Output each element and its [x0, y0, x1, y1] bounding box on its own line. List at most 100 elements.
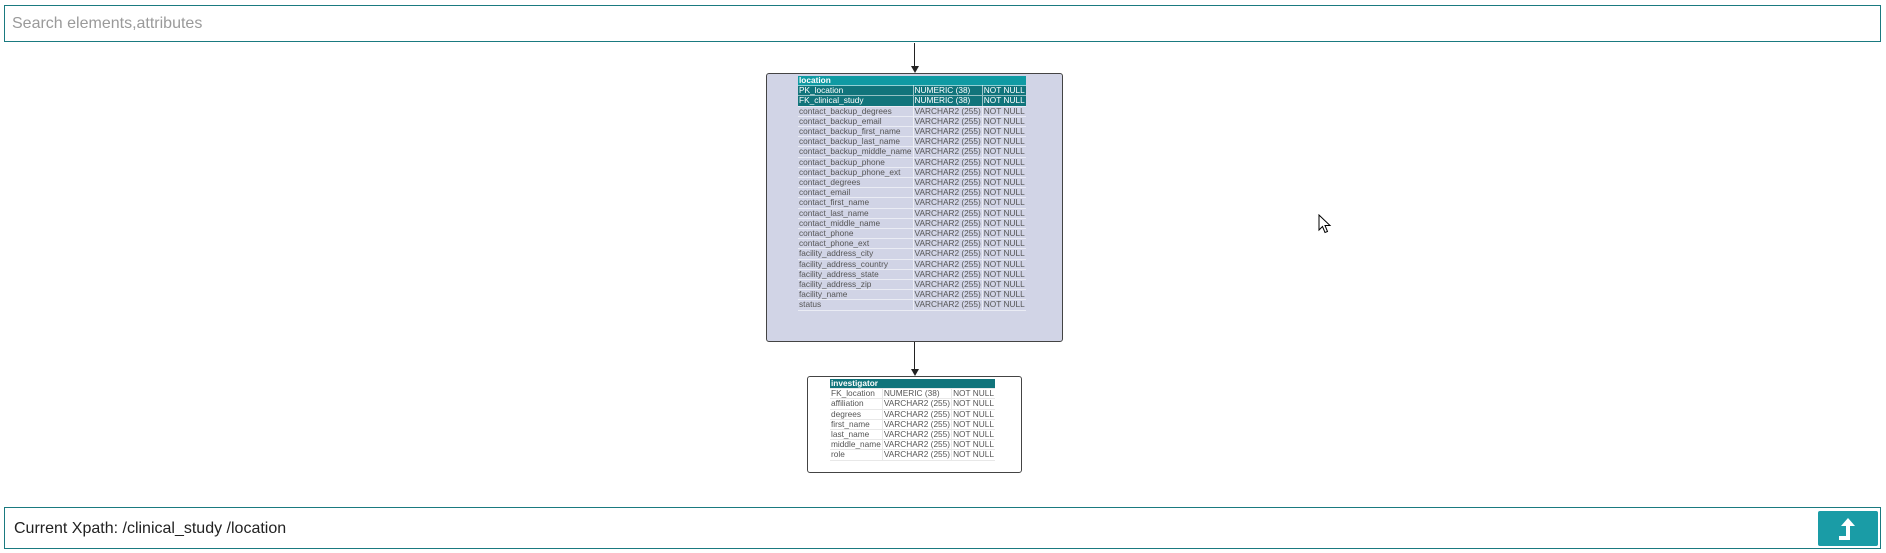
column-nullability: NOT NULL	[981, 207, 1026, 219]
column-type: VARCHAR2 (255)	[912, 177, 983, 189]
column-type: VARCHAR2 (255)	[912, 228, 983, 240]
column-name: facility_address_zip	[798, 279, 914, 291]
column-nullability: NOT NULL	[981, 268, 1026, 281]
column-name: contact_backup_first_name	[798, 126, 914, 138]
column-nullability: NOT NULL	[981, 85, 1026, 97]
column-name: first_name	[830, 419, 883, 431]
column-name: contact_backup_degrees	[798, 106, 914, 117]
column-nullability: NOT NULL	[981, 238, 1026, 250]
investigator-node[interactable]: investigator FK_location NUMERIC (38) NOT N…	[807, 376, 1022, 473]
column-nullability: NOT NULL	[951, 398, 995, 410]
table-row: contact_backup_last_name VARCHAR2 (255) NO…	[798, 136, 1026, 148]
column-name: contact_backup_phone	[798, 157, 914, 168]
table-row: contact_phone VARCHAR2 (255) NOT NULL	[798, 228, 1026, 240]
connector-arrowhead	[911, 369, 919, 376]
column-name: contact_backup_middle_name	[798, 146, 914, 158]
column-nullability: NOT NULL	[981, 258, 1026, 270]
column-name: contact_phone	[798, 228, 914, 240]
column-type: VARCHAR2 (255)	[912, 289, 983, 301]
column-type: VARCHAR2 (255)	[881, 408, 952, 420]
column-nullability: NOT NULL	[981, 248, 1026, 260]
column-name: contact_first_name	[798, 198, 914, 209]
column-name: status	[798, 300, 914, 311]
column-name: contact_email	[798, 188, 914, 199]
column-name: facility_address_country	[798, 259, 914, 270]
column-nullability: NOT NULL	[981, 177, 1026, 189]
column-name: FK_clinical_study	[798, 96, 914, 107]
location-table: location PK_location NUMERIC (38) NOT NULL F…	[798, 76, 1026, 311]
column-type: VARCHAR2 (255)	[912, 207, 983, 219]
column-type: VARCHAR2 (255)	[881, 429, 952, 441]
table-row: facility_address_country VARCHAR2 (255) NO…	[798, 258, 1026, 270]
table-row: contact_email VARCHAR2 (255) NOT NULL	[798, 187, 1026, 199]
column-name: contact_backup_phone_ext	[798, 167, 914, 179]
column-name: role	[830, 450, 883, 461]
table-row: facility_address_zip VARCHAR2 (255) NOT NU…	[798, 279, 1026, 291]
navigate-up-button[interactable]	[1818, 511, 1878, 546]
table-row: facility_name VARCHAR2 (255) NOT NULL	[798, 289, 1026, 301]
table-row: contact_first_name VARCHAR2 (255) NOT NULL	[798, 197, 1026, 209]
table-row: middle_name VARCHAR2 (255) NOT NULL	[830, 439, 995, 451]
table-row: contact_backup_email VARCHAR2 (255) NOT NU…	[798, 115, 1026, 128]
column-type: VARCHAR2 (255)	[912, 187, 983, 199]
connector-location-investigator	[914, 342, 915, 370]
column-nullability: NOT NULL	[981, 126, 1026, 138]
column-name: facility_name	[798, 290, 914, 301]
column-type: VARCHAR2 (255)	[881, 398, 952, 410]
table-row: contact_backup_middle_name VARCHAR2 (255)…	[798, 146, 1026, 158]
column-nullability: NOT NULL	[981, 115, 1026, 128]
table-row: PK_location NUMERIC (38) NOT NULL	[798, 85, 1026, 97]
column-nullability: NOT NULL	[981, 166, 1026, 179]
column-type: VARCHAR2 (255)	[881, 439, 952, 451]
column-nullability: NOT NULL	[981, 197, 1026, 209]
table-row: contact_degrees VARCHAR2 (255) NOT NULL	[798, 177, 1026, 189]
table-row: contact_phone_ext VARCHAR2 (255) NOT NULL	[798, 238, 1026, 250]
column-nullability: NOT NULL	[951, 388, 995, 400]
column-nullability: NOT NULL	[981, 187, 1026, 199]
column-nullability: NOT NULL	[981, 217, 1026, 230]
table-row: FK_clinical_study NUMERIC (38) NOT NULL	[798, 95, 1026, 107]
column-nullability: NOT NULL	[981, 279, 1026, 291]
table-row: contact_middle_name VARCHAR2 (255) NOT NUL…	[798, 217, 1026, 230]
column-nullability: NOT NULL	[981, 289, 1026, 301]
connector-top	[914, 43, 915, 67]
column-nullability: NOT NULL	[951, 429, 995, 441]
column-nullability: NOT NULL	[951, 408, 995, 420]
column-type: NUMERIC (38)	[912, 86, 983, 97]
table-row: affiliation VARCHAR2 (255) NOT NULL	[830, 398, 995, 410]
column-type: NUMERIC (38)	[912, 96, 983, 107]
column-nullability: NOT NULL	[981, 95, 1026, 107]
column-nullability: NOT NULL	[981, 146, 1026, 158]
column-name: facility_address_city	[798, 249, 914, 260]
table-row: contact_last_name VARCHAR2 (255) NOT NULL	[798, 207, 1026, 219]
column-type: VARCHAR2 (255)	[912, 166, 983, 179]
column-type: VARCHAR2 (255)	[912, 268, 983, 281]
column-type: VARCHAR2 (255)	[912, 146, 983, 158]
table-row: facility_address_city VARCHAR2 (255) NOT N…	[798, 248, 1026, 260]
table-row: contact_backup_phone VARCHAR2 (255) NOT NU…	[798, 156, 1026, 168]
table-row: contact_backup_first_name VARCHAR2 (255) N…	[798, 126, 1026, 138]
column-name: degrees	[830, 409, 883, 420]
column-type: VARCHAR2 (255)	[912, 238, 983, 250]
table-row: contact_backup_degrees VARCHAR2 (255) NOT …	[798, 105, 1026, 117]
search-bar[interactable]	[4, 5, 1881, 42]
location-node[interactable]: location PK_location NUMERIC (38) NOT NULL F…	[766, 73, 1063, 342]
column-name: contact_phone_ext	[798, 239, 914, 250]
column-name: middle_name	[830, 439, 883, 451]
column-nullability: NOT NULL	[981, 156, 1026, 168]
table-row: facility_address_state VARCHAR2 (255) NOT …	[798, 268, 1026, 281]
table-row: FK_location NUMERIC (38) NOT NULL	[830, 388, 995, 400]
column-nullability: NOT NULL	[981, 136, 1026, 148]
table-row: first_name VARCHAR2 (255) NOT NULL	[830, 418, 995, 431]
table-row: last_name VARCHAR2 (255) NOT NULL	[830, 429, 995, 441]
column-type: VARCHAR2 (255)	[912, 115, 983, 128]
search-input[interactable]	[5, 6, 1880, 41]
mouse-cursor-icon	[1318, 214, 1332, 234]
column-type: VARCHAR2 (255)	[912, 258, 983, 270]
column-name: contact_last_name	[798, 208, 914, 219]
column-type: VARCHAR2 (255)	[912, 105, 983, 117]
column-name: contact_backup_email	[798, 116, 914, 128]
column-nullability: NOT NULL	[981, 105, 1026, 117]
column-type: VARCHAR2 (255)	[912, 126, 983, 138]
column-type: VARCHAR2 (255)	[881, 418, 952, 431]
